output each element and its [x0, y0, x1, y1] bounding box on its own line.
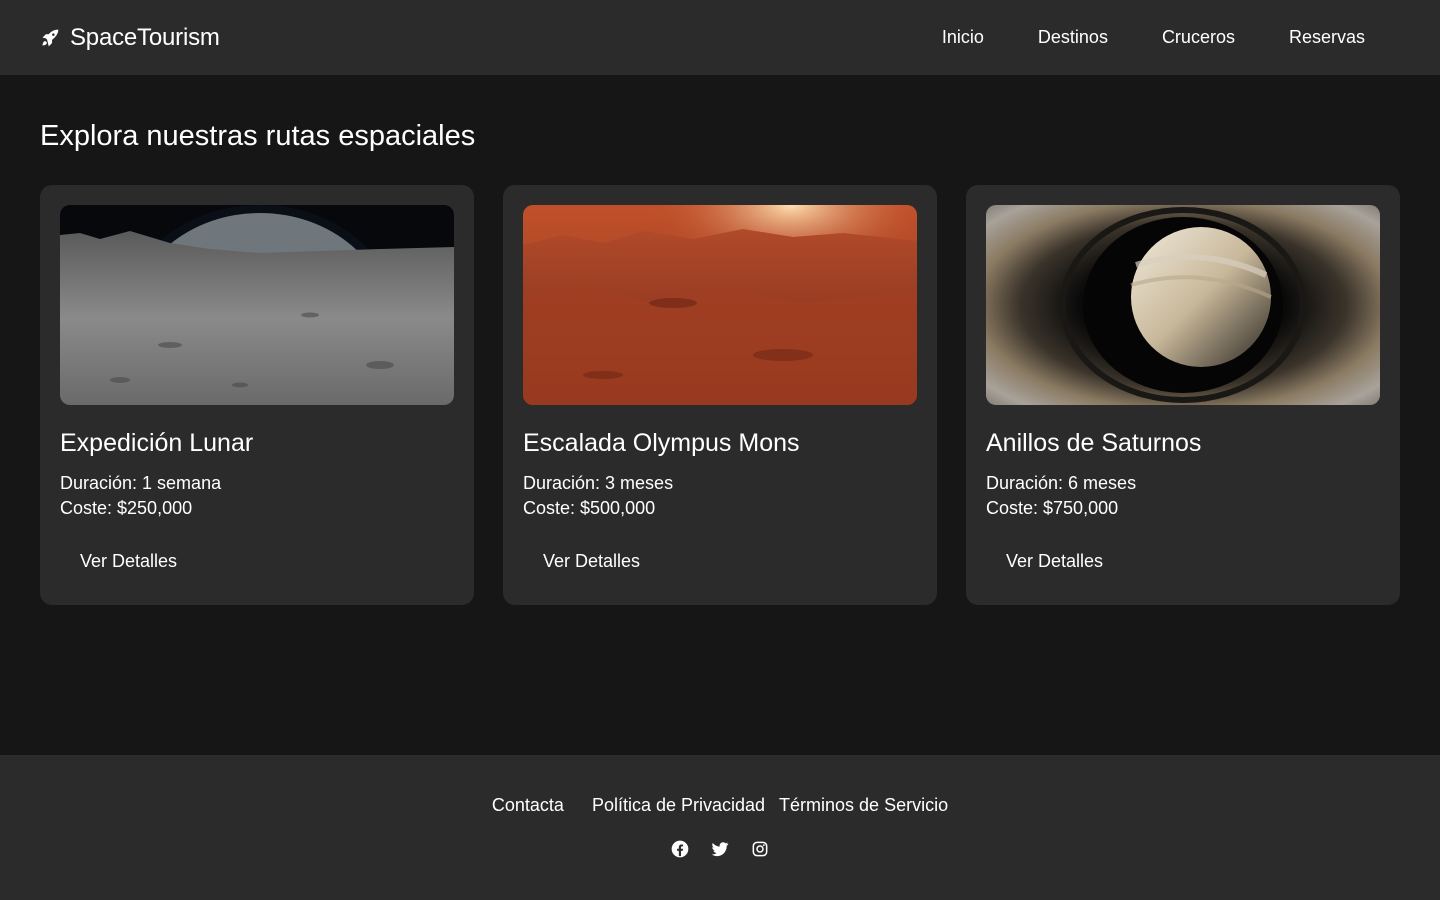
facebook-icon[interactable]: [670, 839, 690, 859]
card-meta: Duración: 1 semana Coste: $250,000: [60, 471, 454, 521]
card-title: Expedición Lunar: [60, 429, 254, 457]
card-cost: Coste: $250,000: [60, 498, 193, 518]
footer-link-terminos[interactable]: Términos de Servicio: [779, 795, 948, 816]
twitter-icon[interactable]: [710, 839, 730, 859]
card-meta: Duración: 6 meses Coste: $750,000: [986, 471, 1380, 521]
view-details-button[interactable]: Ver Detalles: [986, 547, 1123, 575]
nav-item-reservas[interactable]: Reservas: [1289, 27, 1365, 48]
routes-list: Expedición Lunar Duración: 1 semana Cost…: [40, 185, 1400, 605]
card-title: Anillos de Saturnos: [986, 429, 1202, 457]
view-details-button[interactable]: Ver Detalles: [60, 547, 197, 575]
social-links: [0, 839, 1440, 859]
nav-item-inicio[interactable]: Inicio: [942, 27, 984, 48]
site-footer: Contacta Política de Privacidad Términos…: [0, 755, 1440, 900]
site-header: SpaceTourism Inicio Destinos Cruceros Re…: [0, 0, 1440, 75]
saturn-rings-image: [986, 205, 1380, 405]
footer-link-privacidad[interactable]: Política de Privacidad: [592, 795, 765, 816]
card-title: Escalada Olympus Mons: [523, 429, 800, 457]
main-content: Explora nuestras rutas espaciales Expedi…: [40, 75, 1400, 605]
card-meta: Duración: 3 meses Coste: $500,000: [523, 471, 917, 521]
brand-logo[interactable]: SpaceTourism: [40, 24, 220, 52]
route-card-olympus: Escalada Olympus Mons Duración: 3 meses …: [503, 185, 937, 605]
view-details-button[interactable]: Ver Detalles: [523, 547, 660, 575]
rocket-icon: [40, 28, 60, 48]
nav-item-destinos[interactable]: Destinos: [1038, 27, 1108, 48]
page-title: Explora nuestras rutas espaciales: [40, 120, 476, 152]
moon-surface-image: [60, 205, 454, 405]
route-card-lunar: Expedición Lunar Duración: 1 semana Cost…: [40, 185, 474, 605]
card-duration: Duración: 3 meses: [523, 473, 674, 493]
footer-links: Contacta Política de Privacidad Términos…: [0, 795, 1440, 816]
card-duration: Duración: 6 meses: [986, 473, 1137, 493]
card-duration: Duración: 1 semana: [60, 473, 222, 493]
main-nav: Inicio Destinos Cruceros Reservas: [942, 27, 1365, 48]
footer-link-contacta[interactable]: Contacta: [492, 795, 564, 816]
brand-name: SpaceTourism: [70, 23, 220, 51]
card-cost: Coste: $750,000: [986, 498, 1119, 518]
route-card-saturn: Anillos de Saturnos Duración: 6 meses Co…: [966, 185, 1400, 605]
instagram-icon[interactable]: [750, 839, 770, 859]
mars-landscape-image: [523, 205, 917, 405]
nav-item-cruceros[interactable]: Cruceros: [1162, 27, 1235, 48]
card-cost: Coste: $500,000: [523, 498, 656, 518]
